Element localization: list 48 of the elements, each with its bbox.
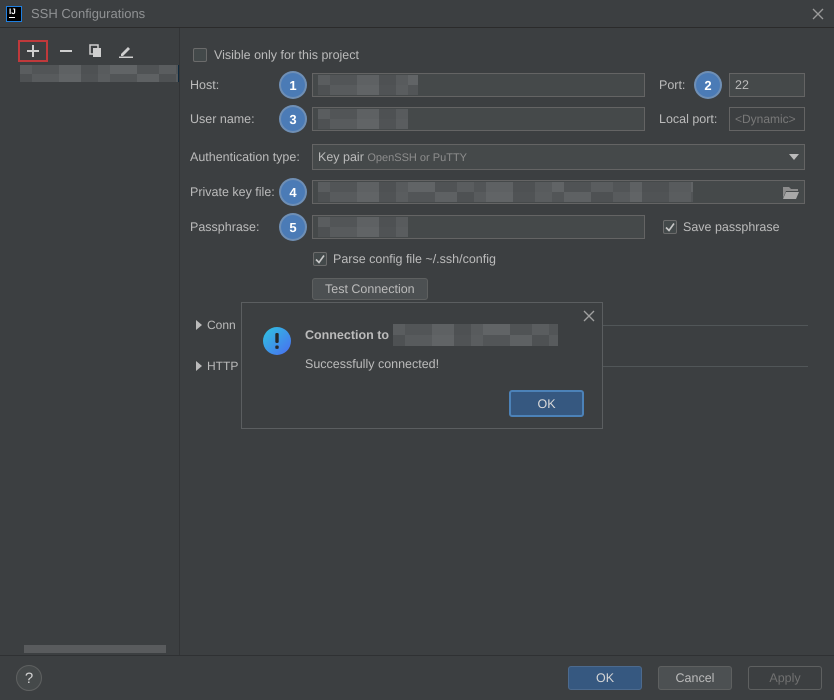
authentication-dropdown[interactable]: Key pair OpenSSH or PuTTY <box>312 144 805 170</box>
checkbox-label: Save passphrase <box>683 220 780 234</box>
field-label: Local port: <box>659 112 718 126</box>
ok-button[interactable]: OK <box>509 390 584 417</box>
collapsed-arrow-icon[interactable] <box>196 320 202 330</box>
passphrase-field[interactable] <box>312 215 645 239</box>
section-header[interactable]: Conn <box>207 318 236 332</box>
collapsed-arrow-icon[interactable] <box>196 361 202 371</box>
field-label: Authentication type: <box>190 150 301 164</box>
copy-icon <box>89 44 103 58</box>
app-logo: IJ <box>6 6 22 22</box>
add-button[interactable] <box>18 40 48 62</box>
message-text: Successfully connected! <box>305 357 440 371</box>
close-icon[interactable] <box>582 309 596 323</box>
checkbox-label: Parse config file ~/.ssh/config <box>333 252 496 266</box>
number-badge: 4 <box>281 180 305 204</box>
field-label: Passphrase: <box>190 220 260 234</box>
section-header[interactable]: HTTP <box>207 359 238 373</box>
field-label: Host: <box>190 78 220 92</box>
close-icon[interactable] <box>811 6 825 20</box>
dropdown-value: Key pair OpenSSH or PuTTY <box>318 150 467 164</box>
checkbox[interactable] <box>313 252 327 266</box>
user-name-field[interactable] <box>312 107 645 131</box>
horizontal-scrollbar[interactable] <box>24 645 166 653</box>
number-badge: 3 <box>281 107 305 131</box>
info-icon <box>263 327 291 355</box>
window-title: SSH Configurations <box>31 6 146 21</box>
private-key-field[interactable] <box>312 180 805 204</box>
field-label: User name: <box>190 112 256 126</box>
edit-icon <box>119 44 133 58</box>
host-field[interactable] <box>312 73 645 97</box>
add-icon <box>26 44 40 58</box>
help-button[interactable]: ? <box>16 665 42 691</box>
field-label: Private key file: <box>190 185 276 199</box>
test-connection-button[interactable]: Test Connection <box>312 278 428 300</box>
checkbox-label: Visible only for this project <box>214 48 359 62</box>
checkbox[interactable] <box>193 48 207 62</box>
number-badge: 1 <box>281 73 305 97</box>
dropdown-caret-icon <box>789 154 799 160</box>
field-label: Port: <box>659 78 686 92</box>
number-badge: 5 <box>281 215 305 239</box>
dialog-title: Connection to <box>305 328 390 342</box>
folder-icon[interactable] <box>783 186 799 198</box>
number-badge: 2 <box>696 73 720 97</box>
port-field[interactable]: 22 <box>729 73 805 97</box>
dialog-button[interactable]: Cancel <box>658 666 732 690</box>
checkbox[interactable] <box>663 220 677 234</box>
ok-button[interactable]: OK <box>568 666 642 690</box>
